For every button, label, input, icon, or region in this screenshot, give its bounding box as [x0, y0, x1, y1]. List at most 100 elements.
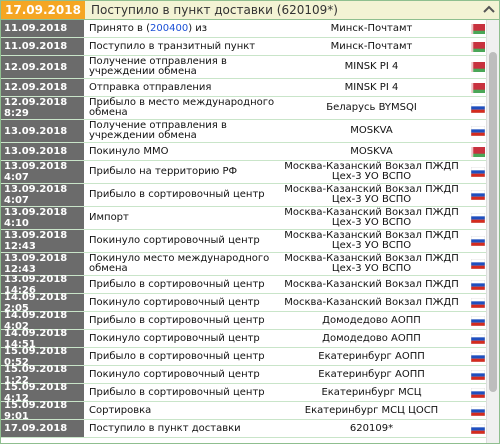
russia-flag-icon — [468, 348, 487, 365]
event-description: Прибыло в сортировочный центр — [89, 386, 265, 398]
event-date: 13.09.2018 12:43 — [1, 230, 85, 252]
event-location: Домодедово АОПП — [322, 314, 421, 326]
event-description: Прибыло в сортировочный центр — [89, 350, 265, 362]
event-description: Прибыло в место международного обмена — [89, 97, 275, 118]
event-description: Покинуло сортировочный центр — [89, 296, 260, 308]
event-date: 12.09.2018 8:29 — [1, 97, 85, 119]
table-row: 13.09.2018 4:07 Прибыло на территорию РФ М… — [1, 161, 487, 184]
event-description: Прибыло на территорию РФ — [89, 166, 238, 177]
event-location: Москва-Казанский Вокзал ПЖДП Цех-3 УО ВС… — [284, 207, 459, 228]
event-location: Москва-Казанский Вокзал ПЖДП — [284, 278, 459, 290]
table-row: 12.09.2018 Получение отправления в учрежд… — [1, 56, 487, 79]
event-location: MINSK PI 4 — [344, 81, 399, 93]
event-location: Екатеринбург АОПП — [318, 368, 425, 380]
event-description: Получение отправления в учреждении обмен… — [89, 56, 227, 77]
event-location: Москва-Казанский Вокзал ПЖДП — [284, 296, 459, 308]
tracking-events-list: 11.09.2018 Принято в (200400) из Минск-Поч… — [1, 20, 487, 438]
event-date: 15.09.2018 9:01 — [1, 400, 85, 422]
event-location: Екатеринбург МСЦ — [321, 386, 422, 398]
table-row: 13.09.2018 4:10 Импорт Москва-Казанский Во… — [1, 207, 487, 230]
russia-flag-icon — [468, 384, 487, 401]
scrollbar[interactable] — [486, 20, 499, 443]
event-date: 15.09.2018 4:12 — [1, 382, 85, 404]
table-row: 11.09.2018 Принято в (200400) из Минск-Поч… — [1, 20, 487, 38]
russia-flag-icon — [468, 294, 487, 311]
table-row: 12.09.2018 8:29 Прибыло в место междунаро… — [1, 97, 487, 120]
event-date: 14.09.2018 2:05 — [1, 292, 85, 314]
event-description: Принято в (200400) из — [85, 20, 275, 37]
header-date: 17.09.2018 — [1, 1, 85, 19]
table-row: 11.09.2018 Поступило в транзитный пункт Ми… — [1, 38, 487, 56]
event-location: MINSK PI 4 — [344, 61, 399, 72]
event-description: Покинуло сортировочный центр — [89, 368, 260, 380]
russia-flag-icon — [468, 366, 487, 383]
russia-flag-icon — [468, 420, 487, 437]
event-description: Прибыло в сортировочный центр — [89, 278, 265, 290]
event-description: Покинуло сортировочный центр — [89, 332, 260, 344]
event-date: 13.09.2018 4:07 — [1, 161, 85, 183]
event-description: Прибыло в сортировочный центр — [89, 189, 265, 200]
event-location: Беларусь BYMSQI — [326, 102, 417, 113]
table-row: 13.09.2018 Покинуло ММО MOSKVA — [1, 143, 487, 161]
table-row: 13.09.2018 Получение отправления в учрежд… — [1, 120, 487, 143]
table-row: 15.09.2018 9:01 Сортировка Екатеринбург МС… — [1, 400, 487, 422]
russia-flag-icon — [468, 230, 487, 252]
belarus-flag-icon — [468, 56, 487, 78]
event-location: Москва-Казанский Вокзал ПЖДП Цех-3 УО ВС… — [284, 230, 459, 251]
tracking-header[interactable]: 17.09.2018 Поступило в пункт доставки (6… — [1, 1, 499, 20]
russia-flag-icon — [468, 184, 487, 206]
event-location: Екатеринбург АОПП — [318, 350, 425, 362]
event-date: 14.09.2018 14:51 — [1, 328, 85, 350]
event-location: Москва-Казанский Вокзал ПЖДП Цех-3 УО ВС… — [284, 253, 459, 274]
postal-code-link[interactable]: 200400 — [150, 23, 188, 34]
chevron-up-icon — [483, 5, 495, 13]
table-row: 13.09.2018 12:43 Покинуло сортировочный ц… — [1, 230, 487, 253]
event-description: Получение отправления в учреждении обмен… — [89, 120, 227, 141]
russia-flag-icon — [468, 312, 487, 329]
event-description: Поступило в пункт доставки — [89, 422, 241, 434]
russia-flag-icon — [468, 276, 487, 293]
event-location: 620109* — [349, 422, 394, 434]
event-date: 11.09.2018 — [1, 20, 85, 37]
russia-flag-icon — [468, 253, 487, 275]
event-date: 13.09.2018 — [1, 120, 85, 142]
table-row: 17.09.2018 Поступило в пункт доставки 6201… — [1, 420, 487, 438]
event-description: Импорт — [89, 212, 129, 223]
belarus-flag-icon — [468, 143, 487, 160]
event-date: 13.09.2018 4:10 — [1, 207, 85, 229]
belarus-flag-icon — [468, 38, 487, 55]
table-row: 13.09.2018 4:07 Прибыло в сортировочный ц… — [1, 184, 487, 207]
russia-flag-icon — [468, 161, 487, 183]
collapse-button[interactable] — [479, 1, 499, 19]
event-date: 11.09.2018 — [1, 38, 85, 55]
event-description: Прибыло в сортировочный центр — [89, 314, 265, 326]
event-description: Сортировка — [89, 404, 152, 416]
event-date: 15.09.2018 1:22 — [1, 364, 85, 386]
event-location: MOSKVA — [350, 125, 393, 136]
event-location: MOSKVA — [350, 145, 393, 157]
event-date: 13.09.2018 4:07 — [1, 184, 85, 206]
russia-flag-icon — [468, 97, 487, 119]
event-description: Покинуло ММО — [89, 145, 169, 157]
header-title: Поступило в пункт доставки (620109*) — [85, 1, 479, 19]
event-text: Принято в ( — [89, 22, 151, 34]
russia-flag-icon — [468, 402, 487, 419]
tracking-panel: 17.09.2018 Поступило в пункт доставки (6… — [0, 0, 500, 444]
event-location: Москва-Казанский Вокзал ПЖДП Цех-3 УО ВС… — [284, 161, 459, 182]
event-date: 12.09.2018 — [1, 79, 85, 96]
event-location: Домодедово АОПП — [322, 332, 421, 344]
russia-flag-icon — [468, 207, 487, 229]
event-date: 13.09.2018 14:26 — [1, 274, 85, 296]
scrollbar-thumb[interactable] — [489, 52, 497, 392]
event-description: Поступило в транзитный пункт — [89, 40, 256, 52]
event-date: 15.09.2018 0:52 — [1, 346, 85, 368]
belarus-flag-icon — [468, 79, 487, 96]
belarus-flag-icon — [468, 20, 487, 37]
event-date: 14.09.2018 4:02 — [1, 310, 85, 332]
table-row: 12.09.2018 Отправка отправления MINSK PI 4 — [1, 79, 487, 97]
russia-flag-icon — [468, 120, 487, 142]
event-date: 17.09.2018 — [1, 420, 85, 437]
event-description: Отправка отправления — [89, 81, 212, 93]
event-date: 13.09.2018 12:43 — [1, 253, 85, 275]
event-location: Минск-Почтамт — [330, 40, 413, 52]
